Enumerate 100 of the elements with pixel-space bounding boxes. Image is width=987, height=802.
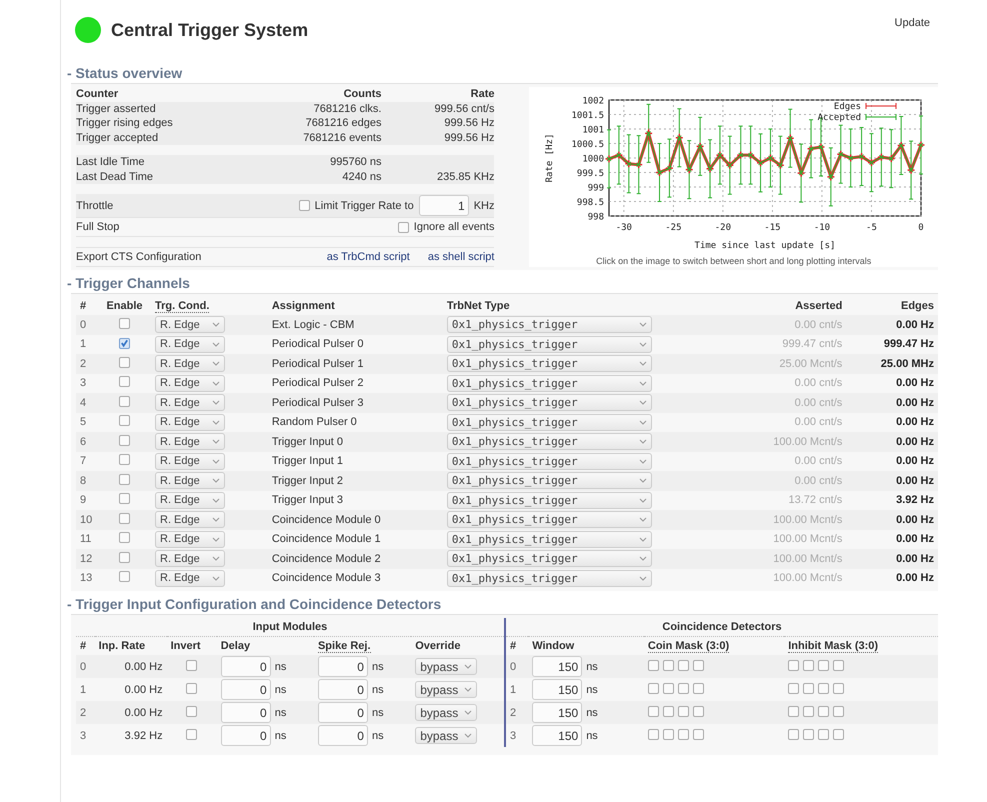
group-header: Input Modules — [252, 621, 328, 633]
table-cell-text: 995760 ns — [329, 155, 382, 170]
table-cell: 2 — [76, 354, 98, 374]
table-cell: Export CTS Configuration — [76, 251, 202, 263]
column-header: Trg. Cond. — [155, 300, 210, 313]
table-cell: 0.00 Hz — [94, 655, 167, 678]
table-cell: 3.92 Hz — [94, 724, 167, 747]
table-cell-text: 999.56 Hz — [443, 130, 494, 145]
table-cell-text: 999.56 Hz — [443, 116, 494, 130]
table-cell: 3 — [76, 724, 95, 747]
unit-label: ns — [586, 730, 598, 742]
axis-tick-label: 999 — [587, 184, 604, 194]
legend-label: Edges — [834, 102, 861, 112]
axis-tick-label: 999.5 — [576, 169, 604, 179]
column-header: Enable — [106, 300, 143, 312]
unit-label: ns — [274, 730, 286, 742]
section-title: - Status overview — [67, 65, 184, 81]
table-cell: 2 — [76, 701, 95, 724]
table-cell-text: 4240 ns — [341, 170, 382, 184]
table-cell: 999.47 cnt/s — [730, 334, 846, 354]
column-header: Counter — [76, 87, 120, 102]
unit-label: ns — [274, 660, 286, 672]
chart-hint: Click on the image to switch between short and long plotting intervals — [596, 256, 872, 266]
axis-tick-label: 1000 — [582, 154, 604, 164]
table-cell: Periodical Pulser 0 — [268, 334, 443, 354]
table-cell: 0.00 Hz — [94, 678, 167, 701]
table-cell: 0.00 Hz — [846, 432, 938, 452]
table-cell: 0.00 Hz — [846, 393, 938, 412]
table-cell-text: Last Idle Time — [76, 155, 146, 170]
table-cell: Coincidence Module 0 — [268, 510, 443, 530]
table-cell: 100.00 Mcnt/s — [730, 510, 846, 530]
table-cell: 0.00 Hz — [846, 568, 938, 588]
table-cell: 0.00 cnt/s — [730, 315, 846, 334]
axis-tick-label: 0 — [918, 223, 924, 233]
table-cell: Random Pulser 0 — [268, 412, 443, 432]
table-cell-text: Trigger asserted — [76, 102, 157, 116]
table-cell: 3 — [506, 724, 528, 747]
section-title: - Trigger Channels — [67, 275, 191, 291]
table-cell: 0.00 cnt/s — [730, 393, 846, 412]
unit-label: ns — [372, 706, 384, 718]
table-cell: Coincidence Module 1 — [268, 530, 443, 549]
table-cell: 0.00 Hz — [846, 510, 938, 530]
table-cell: Full Stop — [76, 221, 120, 233]
column-header: # — [80, 300, 86, 312]
table-cell: Trigger Input 0 — [268, 432, 443, 452]
axis-tick-label: -30 — [615, 223, 632, 233]
table-cell: 2 — [506, 701, 528, 724]
table-cell: 11 — [76, 530, 98, 549]
table-cell: 0.00 Hz — [846, 549, 938, 568]
table-cell: 9 — [76, 490, 98, 510]
table-cell: 0.00 Hz — [846, 374, 938, 393]
table-cell: 0 — [76, 655, 95, 678]
table-cell: Coincidence Module 3 — [268, 568, 443, 588]
column-header: Invert — [170, 640, 201, 652]
axis-tick-label: 1002 — [582, 96, 604, 106]
table-cell: 5 — [76, 412, 98, 432]
table-cell: 3 — [76, 374, 98, 393]
table-cell: 8 — [76, 471, 98, 490]
table-cell: 0.00 Hz — [846, 530, 938, 549]
table-cell: 0.00 cnt/s — [730, 471, 846, 490]
table-cell: 7 — [76, 452, 98, 471]
table-cell: 1 — [76, 334, 98, 354]
axis-title: Time since last update [s] — [694, 241, 836, 251]
table-cell: Ext. Logic - CBM — [268, 315, 443, 334]
axis-tick-label: -25 — [664, 223, 682, 233]
table-cell: Periodical Pulser 3 — [268, 393, 443, 412]
table-cell: 12 — [76, 549, 98, 568]
column-header: Coin Mask (3:0) — [648, 640, 730, 653]
table-cell-text: 7681216 edges — [304, 116, 382, 130]
column-header: Inhibit Mask (3:0) — [788, 640, 878, 653]
table-cell: Trigger Input 3 — [268, 490, 443, 510]
axis-tick-label: -20 — [714, 223, 731, 233]
table-cell: 100.00 Mcnt/s — [730, 432, 846, 452]
table-cell: 0.00 Hz — [846, 412, 938, 432]
column-header: # — [510, 640, 516, 652]
section-title: - Trigger Input Configuration and Coincidence Detectors — [67, 596, 442, 612]
checkbox-label: Limit Trigger Rate to — [314, 200, 414, 212]
axis-tick-label: -15 — [764, 223, 780, 233]
unit-label: ns — [586, 706, 598, 718]
column-header: # — [80, 640, 86, 652]
table-cell: 0.00 Hz — [94, 701, 167, 724]
axis-tick-label: -5 — [866, 223, 877, 233]
table-cell-text: 999.56 cnt/s — [434, 102, 494, 116]
table-cell: 0.00 Hz — [846, 471, 938, 490]
table-cell: 0.00 cnt/s — [730, 452, 846, 471]
table-cell: 0.00 cnt/s — [730, 412, 846, 432]
column-header: Assignment — [272, 300, 335, 312]
table-cell: Throttle — [76, 200, 114, 212]
table-cell: 25.00 Mcnt/s — [730, 354, 846, 374]
unit-label: ns — [274, 706, 286, 718]
table-cell: 0 — [506, 655, 528, 678]
table-cell: 4 — [76, 393, 98, 412]
column-header: Asserted — [795, 300, 842, 312]
table-cell: 13 — [76, 568, 98, 588]
table-cell: Trigger Input 2 — [268, 471, 443, 490]
axis-tick-label: 1001 — [582, 126, 604, 136]
table-cell: 25.00 MHz — [846, 354, 938, 374]
legend-label: Accepted — [817, 113, 861, 123]
unit-label: ns — [586, 660, 598, 672]
column-header: Inp. Rate — [98, 640, 146, 652]
